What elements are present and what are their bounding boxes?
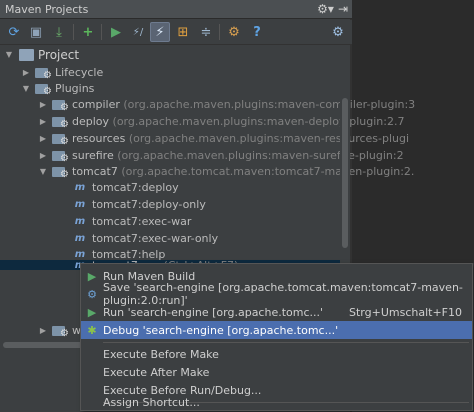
download-icon[interactable]: ⤓ bbox=[49, 22, 69, 42]
maven-goal-icon: m bbox=[74, 199, 86, 210]
settings-icon[interactable]: ⚙ bbox=[224, 22, 244, 42]
maven-projects-panel: Maven Projects ⚙▾ ⇥ ⟳ ▣ ⤓ + ▶ ⚡/ ⚡ ⊞ ≑ ⚙… bbox=[0, 0, 474, 412]
collapsed-arrow-icon[interactable]: ▶ bbox=[38, 117, 48, 126]
toggle-offline-icon[interactable]: ⚡/ bbox=[128, 22, 148, 42]
expanded-arrow-icon[interactable]: ▼ bbox=[38, 167, 48, 176]
tool-window-header: Maven Projects ⚙▾ ⇥ bbox=[0, 0, 352, 19]
menu-item-shortcut: Strg+Umschalt+F10 bbox=[349, 305, 462, 319]
tree-row-goal[interactable]: m tomcat7:exec-war-only bbox=[72, 230, 218, 247]
collapsed-arrow-icon[interactable]: ▶ bbox=[21, 68, 31, 77]
maven-project-icon bbox=[18, 48, 34, 62]
goal-label: tomcat7:exec-war bbox=[92, 215, 192, 228]
menu-item-assign-shortcut[interactable]: Assign Shortcut... bbox=[81, 394, 472, 410]
settings-gear-icon[interactable]: ⚙▾ bbox=[317, 2, 334, 16]
window-title: Maven Projects bbox=[5, 3, 89, 16]
goal-label: tomcat7:deploy bbox=[92, 181, 179, 194]
toolbar-separator bbox=[101, 24, 102, 40]
run-icon: ▶ bbox=[87, 269, 97, 283]
menu-separator bbox=[103, 342, 469, 343]
plugin-detail: (org.apache.maven.plugins:maven-resource… bbox=[128, 132, 410, 145]
plugin-detail: (org.apache.tomcat.maven:tomcat7-maven-p… bbox=[121, 165, 415, 178]
plugin-name: surefire bbox=[72, 149, 114, 162]
lifecycle-folder-icon: ⚙ bbox=[35, 66, 52, 81]
header-controls: ⚙▾ ⇥ bbox=[317, 2, 348, 16]
expanded-arrow-icon[interactable]: ▼ bbox=[21, 84, 31, 93]
menu-item-label: Run 'search-engine [org.apache.tomc...' bbox=[103, 305, 324, 319]
tree-row-project[interactable]: ▼ Project bbox=[4, 46, 79, 63]
plugins-folder-icon: ⚙ bbox=[35, 82, 52, 97]
tree-row-goal[interactable]: m tomcat7:deploy-only bbox=[72, 196, 206, 213]
goal-label: tomcat7:deploy-only bbox=[92, 198, 206, 211]
tree-row-goal[interactable]: m tomcat7:exec-war bbox=[72, 213, 192, 230]
toolbar-options-icon[interactable]: ⚙ bbox=[328, 22, 348, 42]
tree-row-plugin[interactable]: ▼ ⚙ tomcat7 (org.apache.tomcat.maven:tom… bbox=[38, 163, 415, 180]
skip-tests-icon[interactable]: ⚡ bbox=[150, 22, 170, 42]
tree-row-plugin[interactable]: ▶ ⚙ w bbox=[38, 322, 81, 339]
plugin-icon: ⚙ bbox=[52, 98, 69, 113]
collapsed-arrow-icon[interactable]: ▶ bbox=[38, 134, 48, 143]
menu-item-execute-after-make[interactable]: Execute After Make bbox=[81, 363, 472, 381]
generate-sources-icon[interactable]: ▣ bbox=[26, 22, 46, 42]
menu-item-label: Execute Before Make bbox=[103, 347, 219, 361]
tree-row-goal[interactable]: m tomcat7:deploy bbox=[72, 179, 179, 196]
plugin-name: deploy bbox=[72, 115, 110, 128]
plugin-detail: (org.apache.maven.plugins:maven-surefire… bbox=[117, 149, 404, 162]
run-icon: ▶ bbox=[87, 305, 97, 319]
collapsed-arrow-icon[interactable]: ▶ bbox=[38, 151, 48, 160]
expanded-arrow-icon[interactable]: ▼ bbox=[4, 50, 14, 59]
plugin-name: resources bbox=[72, 132, 126, 145]
menu-item-run[interactable]: ▶ Run 'search-engine [org.apache.tomc...… bbox=[81, 303, 472, 321]
plugin-icon: ⚙ bbox=[52, 165, 69, 180]
tree-row-plugin[interactable]: ▶ ⚙ compiler (org.apache.maven.plugins:m… bbox=[38, 96, 415, 113]
menu-item-label: Execute After Make bbox=[103, 365, 210, 379]
plugin-name: tomcat7 bbox=[72, 165, 118, 178]
scroll-thumb[interactable] bbox=[342, 98, 348, 248]
menu-item-save[interactable]: ⚙ Save 'search-engine [org.apache.tomcat… bbox=[81, 281, 472, 307]
toolbar-separator bbox=[73, 24, 74, 40]
plugin-icon: ⚙ bbox=[52, 324, 69, 339]
tree-row-plugin[interactable]: ▶ ⚙ resources (org.apache.maven.plugins:… bbox=[38, 130, 409, 147]
menu-item-label: Assign Shortcut... bbox=[103, 395, 200, 409]
maven-goal-icon: m bbox=[74, 233, 86, 244]
context-menu: ▶ Run Maven Build ⚙ Save 'search-engine … bbox=[80, 263, 473, 411]
diagram-icon[interactable]: ⊞ bbox=[173, 22, 193, 42]
tree-row-plugins[interactable]: ▼ ⚙ Plugins bbox=[21, 80, 94, 97]
plugin-name: compiler bbox=[72, 98, 120, 111]
maven-goal-icon: m bbox=[74, 182, 86, 193]
plugin-icon: ⚙ bbox=[52, 115, 69, 130]
add-icon[interactable]: + bbox=[78, 22, 98, 42]
plugin-icon: ⚙ bbox=[52, 132, 69, 147]
maven-goal-icon: m bbox=[74, 216, 86, 227]
run-icon[interactable]: ▶ bbox=[106, 22, 126, 42]
save-config-icon: ⚙ bbox=[87, 287, 97, 301]
collapse-icon[interactable]: ≑ bbox=[196, 22, 216, 42]
menu-item-label: Debug 'search-engine [org.apache.tomc...… bbox=[103, 323, 339, 337]
menu-item-debug[interactable]: ✱ Debug 'search-engine [org.apache.tomc.… bbox=[81, 321, 472, 339]
reimport-icon[interactable]: ⟳ bbox=[4, 22, 24, 42]
tree-label: Plugins bbox=[55, 82, 95, 95]
tree-label: Project bbox=[38, 47, 80, 62]
debug-bug-icon: ✱ bbox=[87, 323, 97, 337]
maven-toolbar: ⟳ ▣ ⤓ + ▶ ⚡/ ⚡ ⊞ ≑ ⚙ ? ⚙ bbox=[0, 20, 352, 45]
help-icon[interactable]: ? bbox=[247, 22, 267, 42]
tree-label: Lifecycle bbox=[55, 66, 104, 79]
hide-panel-icon[interactable]: ⇥ bbox=[338, 2, 348, 16]
menu-item-execute-before-make[interactable]: Execute Before Make bbox=[81, 345, 472, 363]
plugin-detail: (org.apache.maven.plugins:maven-compiler… bbox=[123, 98, 416, 111]
tree-row-lifecycle[interactable]: ▶ ⚙ Lifecycle bbox=[21, 64, 103, 81]
collapsed-arrow-icon[interactable]: ▶ bbox=[38, 100, 48, 109]
plugin-icon: ⚙ bbox=[52, 149, 69, 164]
toolbar-separator bbox=[219, 24, 220, 40]
plugin-detail: (org.apache.maven.plugins:maven-deploy-p… bbox=[112, 115, 405, 128]
collapsed-arrow-icon[interactable]: ▶ bbox=[38, 326, 48, 335]
goal-label: tomcat7:exec-war-only bbox=[92, 232, 219, 245]
